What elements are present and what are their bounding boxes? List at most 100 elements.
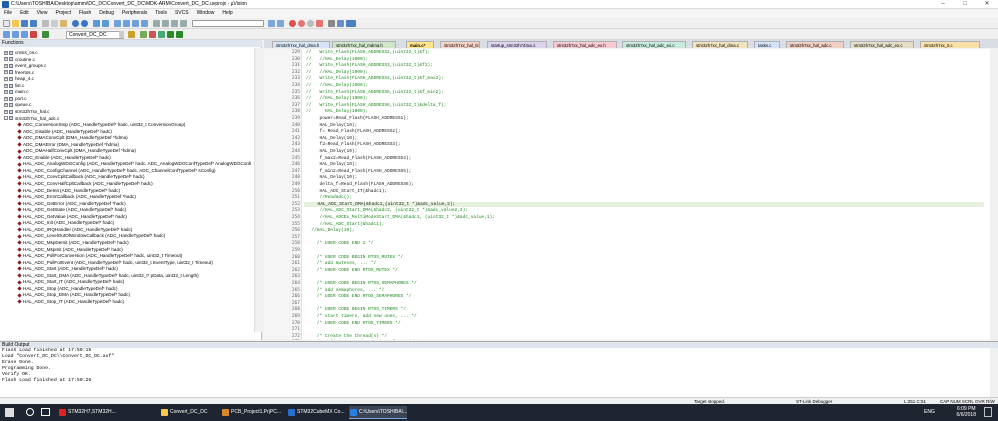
- expand-toggle-icon[interactable]: +: [4, 57, 8, 62]
- navigate-forward-icon[interactable]: [102, 20, 109, 27]
- language-indicator[interactable]: ENG: [924, 409, 935, 415]
- code-line[interactable]: HAL_Delay(10);: [306, 123, 358, 128]
- download-icon[interactable]: [42, 31, 49, 38]
- editor-scrollbar[interactable]: [990, 49, 998, 340]
- code-line[interactable]: /* USER CODE BEGIN RTOS_TIMERS */: [306, 307, 406, 312]
- rebuild-icon[interactable]: [21, 31, 28, 38]
- expand-toggle-icon[interactable]: +: [4, 83, 8, 88]
- code-line[interactable]: HAL_Delay(10);: [306, 162, 358, 167]
- menu-svcs[interactable]: SVCS: [171, 9, 193, 18]
- code-line[interactable]: // //HAL_Delay(1000);: [306, 57, 368, 62]
- menu-peripherals[interactable]: Peripherals: [118, 9, 151, 18]
- search-icon[interactable]: [26, 408, 34, 416]
- configure-icon[interactable]: [337, 20, 344, 27]
- code-line[interactable]: delta_f=Read_Flash(FLASH_ADDRESS6);: [306, 182, 415, 187]
- stop-build-icon[interactable]: [30, 31, 37, 38]
- code-line[interactable]: f2=Read_Flash(FLASH_ADDRESS3);: [306, 142, 401, 147]
- code-line[interactable]: //HAL_Delay(10);: [306, 228, 354, 233]
- code-line[interactable]: /* add mutexes, ... */: [306, 261, 376, 266]
- manage-run-time-icon[interactable]: [149, 31, 156, 38]
- code-line[interactable]: HAL_ADC_Start_DMA(&hadc1,(uint32_t *)&ad…: [304, 201, 984, 208]
- code-line[interactable]: // HAL_Delay(1000);: [306, 109, 368, 114]
- minimize-button[interactable]: –: [932, 0, 954, 9]
- build-output-text[interactable]: Flash Load finished at 17:50:15 Load "Con…: [0, 348, 990, 397]
- code-line[interactable]: /* USER CODE END RTOS_TIMERS */: [306, 321, 401, 326]
- editor-tab[interactable]: stm32h7xx_hal_adc_ex.c: [850, 41, 914, 48]
- code-line[interactable]: /* USER CODE BEGIN RTOS_SEMAPHORES */: [306, 281, 417, 286]
- task-view-icon[interactable]: [41, 408, 50, 416]
- navigate-back-icon[interactable]: [93, 20, 100, 27]
- code-line[interactable]: /* USER CODE END RTOS_MUTEX */: [306, 268, 398, 273]
- expand-toggle-icon[interactable]: +: [4, 76, 8, 81]
- code-line[interactable]: HAL_Delay(10);: [306, 175, 358, 180]
- indent-icon[interactable]: [153, 20, 160, 27]
- menu-help[interactable]: Help: [218, 9, 236, 18]
- build-icon[interactable]: [12, 31, 19, 38]
- clear-bookmarks-icon[interactable]: [141, 20, 148, 27]
- save-all-icon[interactable]: [30, 20, 37, 27]
- code-line[interactable]: /* USER CODE BEGIN RTOS_MUTEX */: [306, 255, 403, 260]
- target-options-icon[interactable]: [128, 31, 135, 38]
- output-scrollbar[interactable]: [990, 348, 998, 397]
- code-line[interactable]: // Write_Flash(FLASH_ADDRESS6,(uint32_t)…: [306, 103, 446, 108]
- menu-view[interactable]: View: [33, 9, 52, 18]
- code-line[interactable]: // Write_Flash(FLASH_ADDRESS5,(uint32_t)…: [306, 90, 444, 95]
- code-line[interactable]: // Write_Flash(FLASH_ADDRESS4,(uint32_t)…: [306, 76, 444, 81]
- menu-edit[interactable]: Edit: [16, 9, 33, 18]
- unindent-icon[interactable]: [162, 20, 169, 27]
- paste-icon[interactable]: [60, 20, 67, 27]
- windows-start-icon[interactable]: [5, 408, 14, 417]
- code-line[interactable]: //HAL_ADC_Start(&hadc1);: [306, 222, 385, 227]
- code-line[interactable]: /* USER CODE END RTOS_SEMAPHORES */: [306, 294, 412, 299]
- editor-tab[interactable]: main.c*: [406, 41, 434, 48]
- manage-components-icon[interactable]: [176, 31, 183, 38]
- expand-toggle-icon[interactable]: +: [4, 103, 8, 108]
- menu-tools[interactable]: Tools: [151, 9, 171, 18]
- code-line[interactable]: // //HAL_Delay(1000);: [306, 70, 368, 75]
- find-combo[interactable]: [192, 20, 264, 27]
- code-line[interactable]: HAL_Delay(10);: [306, 149, 358, 154]
- disable-breakpoint-icon[interactable]: [307, 20, 314, 27]
- menu-debug[interactable]: Debug: [95, 9, 118, 18]
- code-line[interactable]: /* start timers, add new ones, ... */: [306, 314, 417, 319]
- maximize-button[interactable]: □: [954, 0, 976, 9]
- notifications-icon[interactable]: [984, 407, 992, 417]
- undo-icon[interactable]: [72, 20, 79, 27]
- taskbar-app-stm32h7[interactable]: STM32H7,STM32H...: [58, 406, 116, 419]
- uncomment-icon[interactable]: [180, 20, 187, 27]
- chevron-down-icon[interactable]: [119, 31, 124, 38]
- code-line[interactable]: // Write_Flash(FLASH_ADDRESS3,(uint32_t)…: [306, 63, 433, 68]
- translate-icon[interactable]: [3, 31, 10, 38]
- breakpoint-icon[interactable]: [298, 20, 305, 27]
- comment-icon[interactable]: [171, 20, 178, 27]
- prev-bookmark-icon[interactable]: [123, 20, 130, 27]
- expand-toggle-icon[interactable]: -: [4, 116, 8, 121]
- bookmark-icon[interactable]: [114, 20, 121, 27]
- incremental-find-icon[interactable]: [277, 20, 284, 27]
- editor-tab[interactable]: stm32h7xx_hal_adc.c: [786, 41, 844, 48]
- code-line[interactable]: // //HAL_Delay(1000);: [306, 96, 368, 101]
- redo-icon[interactable]: [81, 20, 88, 27]
- editor-tab[interactable]: stm32h7xx_hal_dma.c: [692, 41, 748, 48]
- editor-tab[interactable]: stm32h7xx_hal_adc_ex.h: [553, 41, 617, 48]
- code-line[interactable]: power=Read_Flash(FLASH_ADDRESS1);: [306, 116, 409, 121]
- code-line[interactable]: f= Read_Flash(FLASH_ADDRESS2);: [306, 129, 401, 134]
- kill-breakpoints-icon[interactable]: [316, 20, 323, 27]
- view-dropdown-icon[interactable]: [346, 20, 356, 27]
- taskbar-app-uvision[interactable]: C:\Users\TOSHIBA\...: [349, 406, 407, 419]
- menu-project[interactable]: Project: [51, 9, 75, 18]
- save-icon[interactable]: [21, 20, 28, 27]
- next-bookmark-icon[interactable]: [132, 20, 139, 27]
- taskbar-app-cubemx[interactable]: STM32CubeMX Co...: [287, 406, 345, 419]
- taskbar-clock[interactable]: 6:09 PM 6/6/2018: [957, 406, 976, 418]
- line-number-gutter[interactable]: 229 230 231 232 233 234 235 236 237 238 239 240 241 2…: [264, 49, 302, 340]
- expand-toggle-icon[interactable]: +: [4, 63, 8, 68]
- code-line[interactable]: HAL_ADC_Start_IT(&hadc1);: [306, 189, 388, 194]
- code-line[interactable]: // //HAL_Delay(1000);: [306, 83, 368, 88]
- menu-window[interactable]: Window: [193, 9, 219, 18]
- debug-session-icon[interactable]: [289, 20, 296, 27]
- editor-tab[interactable]: stm32h7xx_hal_mdma.h: [332, 41, 396, 48]
- menu-flash[interactable]: Flash: [75, 9, 95, 18]
- code-editor[interactable]: 229 230 231 232 233 234 235 236 237 238 239 240 241 2…: [264, 49, 990, 340]
- expand-toggle-icon[interactable]: +: [4, 109, 8, 114]
